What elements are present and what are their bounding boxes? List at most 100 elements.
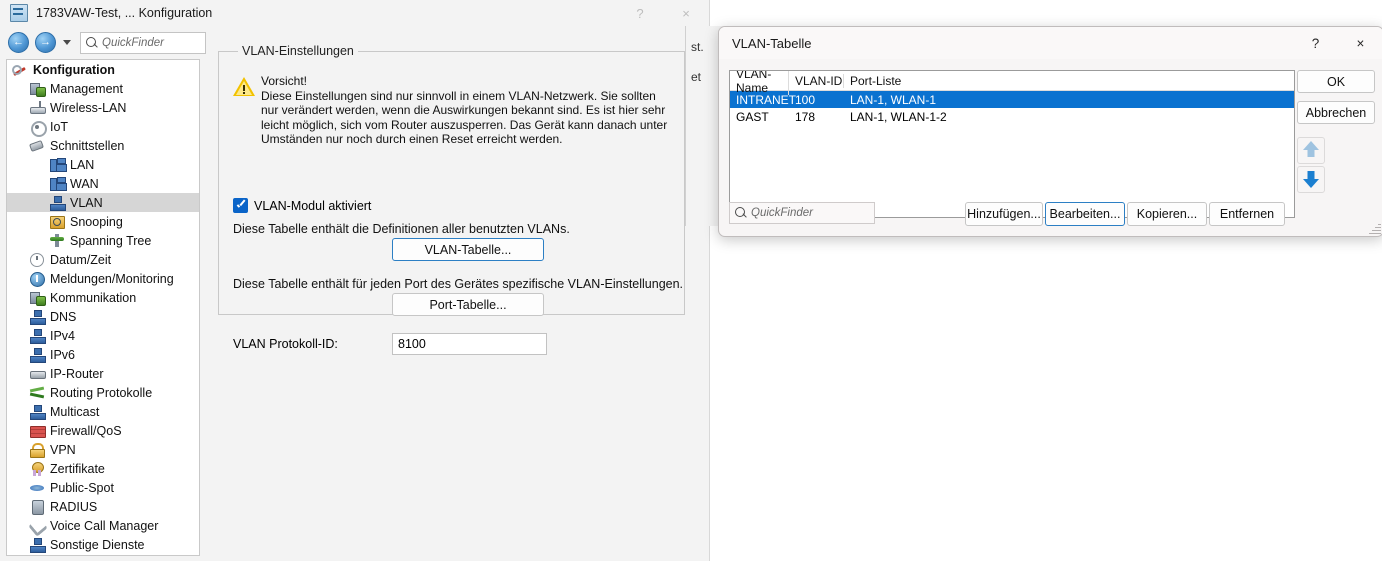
dialog-title: VLAN-Tabelle (732, 35, 812, 51)
sidebar-item-label: IPv4 (50, 328, 76, 343)
sidebar-item-label: IPv6 (50, 347, 76, 362)
dialog-button-hinzuf-gen[interactable]: Hinzufügen... (965, 202, 1043, 226)
forward-arrow-glyph: → (40, 36, 51, 48)
sidebar-item-multicast[interactable]: Multicast (7, 402, 199, 421)
services-icon (29, 537, 46, 553)
sidebar-item-management[interactable]: Management (7, 79, 199, 98)
column-header[interactable]: Port-Liste (844, 74, 1294, 88)
sidebar-item-iot[interactable]: IoT (7, 117, 199, 137)
sidebar-item-label: LAN (70, 157, 95, 172)
sidebar-item-label: Kommunikation (50, 290, 137, 305)
port-table-description: Diese Tabelle enthält für jeden Port des… (233, 277, 684, 291)
radius-icon (29, 499, 45, 515)
dialog-button-bearbeiten[interactable]: Bearbeiten... (1045, 202, 1125, 226)
vlan-module-checkbox-row[interactable]: VLAN-Modul aktiviert (233, 198, 371, 213)
navigation-tree[interactable]: Konfiguration Management Wireless-LAN IoT Sc… (6, 59, 200, 556)
clock-icon (29, 252, 45, 268)
sidebar-item-radius[interactable]: RADIUS (7, 497, 199, 516)
resize-grip[interactable] (1368, 222, 1381, 235)
group-title: VLAN-Einstellungen (238, 44, 358, 58)
sidebar-item-dns[interactable]: DNS (7, 307, 199, 326)
protocol-id-input[interactable]: 8100 (392, 333, 547, 355)
sidebar-item-lan[interactable]: LAN (7, 155, 199, 174)
column-header[interactable]: VLAN-ID (789, 73, 844, 88)
public-spot-icon (29, 480, 45, 496)
vlan-module-checkbox[interactable] (233, 198, 248, 213)
sidebar-item-meldungen-monitoring[interactable]: Meldungen/Monitoring (7, 269, 199, 288)
sidebar-item-schnittstellen[interactable]: Schnittstellen (7, 136, 199, 155)
dialog-window-controls: ? × (1293, 27, 1382, 59)
arrow-down-icon[interactable] (1297, 166, 1325, 193)
cancel-button[interactable]: Abbrechen (1297, 101, 1375, 124)
sidebar-item-voice-call-manager[interactable]: Voice Call Manager (7, 516, 199, 535)
ipv6-icon (29, 347, 46, 363)
close-icon[interactable]: × (663, 0, 709, 26)
table-body[interactable]: INTRANET 100 LAN-1, WLAN-1 GAST 178 LAN-1, WL… (730, 91, 1294, 125)
sidebar-item-label: Zertifikate (50, 461, 105, 476)
sidebar-item-label: Datum/Zeit (50, 252, 112, 267)
sidebar-item-ip-router[interactable]: IP-Router (7, 364, 199, 383)
dialog-button-kopieren[interactable]: Kopieren... (1127, 202, 1207, 226)
sidebar-item-ipv4[interactable]: IPv4 (7, 326, 199, 345)
search-icon (734, 206, 748, 220)
dialog-button-entfernen[interactable]: Entfernen (1209, 202, 1285, 226)
chevron-down-icon[interactable] (63, 40, 71, 45)
sidebar-item-label: Spanning Tree (70, 233, 152, 248)
vlan-module-label: VLAN-Modul aktiviert (254, 198, 372, 213)
ipv4-icon (29, 328, 46, 344)
dialog-quickfinder-input[interactable]: QuickFinder (729, 202, 875, 224)
sidebar-item-konfiguration[interactable]: Konfiguration (7, 60, 199, 79)
sidebar-item-label: Voice Call Manager (50, 518, 159, 533)
sidebar-item-label: VPN (50, 442, 76, 457)
sidebar-item-sonstige-dienste[interactable]: Sonstige Dienste (7, 535, 199, 554)
port-table-button[interactable]: Port-Tabelle... (392, 293, 544, 316)
table-row[interactable]: INTRANET 100 LAN-1, WLAN-1 (730, 91, 1294, 108)
voice-icon (29, 518, 45, 534)
sidebar-item-wireless-lan[interactable]: Wireless-LAN (7, 98, 199, 117)
cell-ports: LAN-1, WLAN-1-2 (850, 109, 947, 124)
main-window-controls: ? × (617, 0, 709, 26)
table-row[interactable]: GAST 178 LAN-1, WLAN-1-2 (730, 108, 1294, 125)
quickfinder-input[interactable]: QuickFinder (80, 31, 206, 54)
back-arrow-glyph: ← (13, 36, 24, 48)
sidebar-item-label: IP-Router (50, 366, 104, 381)
dialog-help-icon[interactable]: ? (1293, 27, 1338, 59)
sidebar-item-vpn[interactable]: VPN (7, 440, 199, 459)
vlan-settings-group: VLAN-Einstellungen Vorsicht! Diese Einst… (218, 44, 685, 355)
sidebar-item-firewall-qos[interactable]: Firewall/QoS (7, 421, 199, 440)
sidebar-item-routing-protokolle[interactable]: Routing Protokolle (7, 383, 199, 402)
sidebar-item-snooping[interactable]: Snooping (7, 212, 199, 231)
cell-id: 178 (795, 109, 816, 124)
forward-icon[interactable]: → (35, 32, 56, 53)
sidebar-item-label: DNS (50, 309, 77, 324)
sidebar-item-label: Wireless-LAN (50, 100, 127, 115)
background-fragment-1: st. (691, 40, 704, 54)
sidebar-item-zertifikate[interactable]: Zertifikate (7, 459, 199, 478)
back-icon[interactable]: ← (8, 32, 29, 53)
router-icon (29, 366, 46, 382)
dialog-titlebar: VLAN-Tabelle ? × (719, 27, 1382, 59)
sidebar-item-spanning-tree[interactable]: Spanning Tree (7, 231, 199, 250)
main-configuration-window: 1783VAW-Test, ... Konfiguration ? × ← → … (0, 0, 710, 561)
vlan-table[interactable]: VLAN-Name VLAN-ID Port-Liste INTRANET 100 LA… (729, 70, 1295, 218)
ok-button[interactable]: OK (1297, 70, 1375, 93)
wireless-lan-icon (29, 100, 46, 116)
sidebar-item-label: Meldungen/Monitoring (50, 271, 174, 286)
communication-icon (29, 290, 46, 306)
help-icon[interactable]: ? (617, 0, 663, 26)
sidebar-item-label: Public-Spot (50, 480, 114, 495)
vlan-table-button[interactable]: VLAN-Tabelle... (392, 238, 544, 261)
sidebar-item-public-spot[interactable]: Public-Spot (7, 478, 199, 497)
sidebar-item-vlan[interactable]: VLAN (7, 193, 199, 212)
cell-name: GAST (736, 109, 769, 124)
config-app-icon (10, 4, 28, 22)
dialog-close-icon[interactable]: × (1338, 27, 1382, 59)
sidebar-item-ipv6[interactable]: IPv6 (7, 345, 199, 364)
column-header[interactable]: VLAN-Name (730, 71, 789, 95)
vlan-table-description: Diese Tabelle enthält die Definitionen a… (233, 222, 570, 236)
sidebar-item-wan[interactable]: WAN (7, 174, 199, 193)
arrow-up-icon[interactable] (1297, 137, 1325, 164)
sidebar-item-kommunikation[interactable]: Kommunikation (7, 288, 199, 307)
sidebar-item-datum-zeit[interactable]: Datum/Zeit (7, 250, 199, 269)
vlan-icon (49, 195, 66, 211)
